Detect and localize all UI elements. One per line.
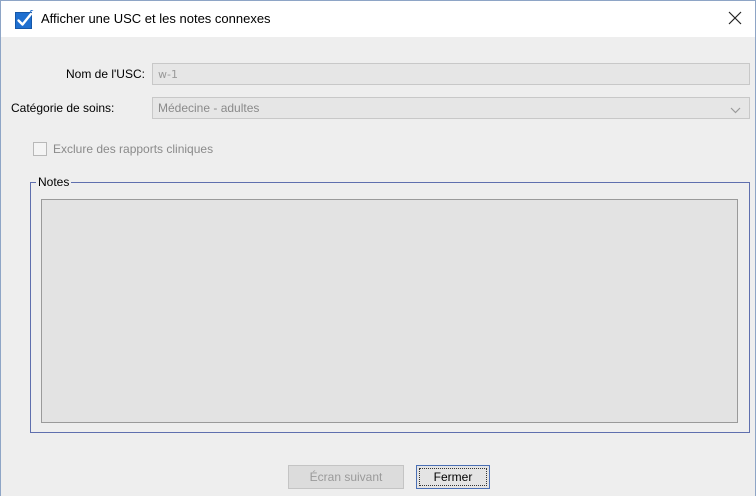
care-category-select[interactable]: Médecine - adultes xyxy=(152,97,750,119)
focus-ring xyxy=(419,468,487,486)
usc-name-field[interactable]: w-1 xyxy=(152,63,750,85)
notes-legend: Notes xyxy=(36,175,72,189)
content-top xyxy=(1,37,755,59)
care-category-value: Médecine - adultes xyxy=(158,101,260,115)
next-screen-button[interactable]: Écran suivant xyxy=(288,465,404,489)
close-button[interactable]: Fermer xyxy=(416,465,490,489)
checkbox-app-icon xyxy=(15,8,35,29)
title-bar: Afficher une USC et les notes connexes xyxy=(1,1,755,37)
window-title: Afficher une USC et les notes connexes xyxy=(41,11,271,26)
next-screen-label: Écran suivant xyxy=(309,470,383,484)
exclude-checkbox[interactable] xyxy=(33,142,47,156)
dialog-window: Afficher une USC et les notes connexes N… xyxy=(0,0,756,496)
notes-textarea[interactable] xyxy=(41,199,738,423)
close-window-button[interactable] xyxy=(715,1,755,37)
usc-name-value: w-1 xyxy=(158,68,178,81)
exclude-label: Exclure des rapports cliniques xyxy=(53,142,214,156)
usc-name-label: Nom de l'USC: xyxy=(66,67,145,81)
chevron-down-icon xyxy=(730,103,741,117)
care-category-label: Catégorie de soins: xyxy=(11,101,115,115)
close-icon xyxy=(728,11,742,28)
